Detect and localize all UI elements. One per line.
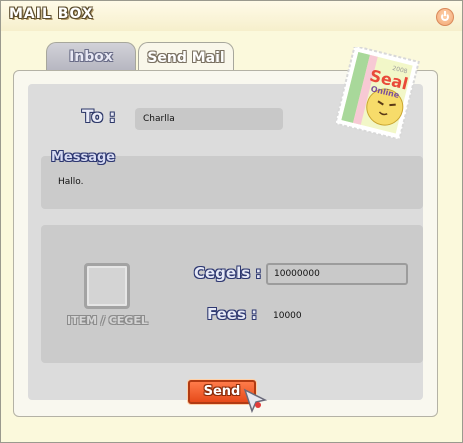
stamp-logo: Seal Online 2008 [336,47,420,139]
power-icon[interactable] [436,8,454,26]
message-input[interactable]: Hallo. [58,177,84,187]
cegels-input[interactable]: 10000000 [266,263,408,285]
recipient-input[interactable]: Charlla [135,108,283,130]
tab-send-mail[interactable]: Send Mail [138,42,234,72]
to-label: To : [82,107,116,127]
item-slot[interactable] [84,263,130,309]
item-caption: ITEM / CEGEL [67,314,148,327]
title-bar: MAIL BOX [1,1,462,31]
fees-label: Fees : [207,305,258,323]
tab-inbox[interactable]: Inbox [46,42,136,71]
cegels-label: Cegels : [194,264,262,282]
window-title: MAIL BOX [9,6,94,22]
message-label: Message [51,150,116,165]
fees-value: 10000 [273,311,302,321]
cursor-icon [243,388,268,414]
